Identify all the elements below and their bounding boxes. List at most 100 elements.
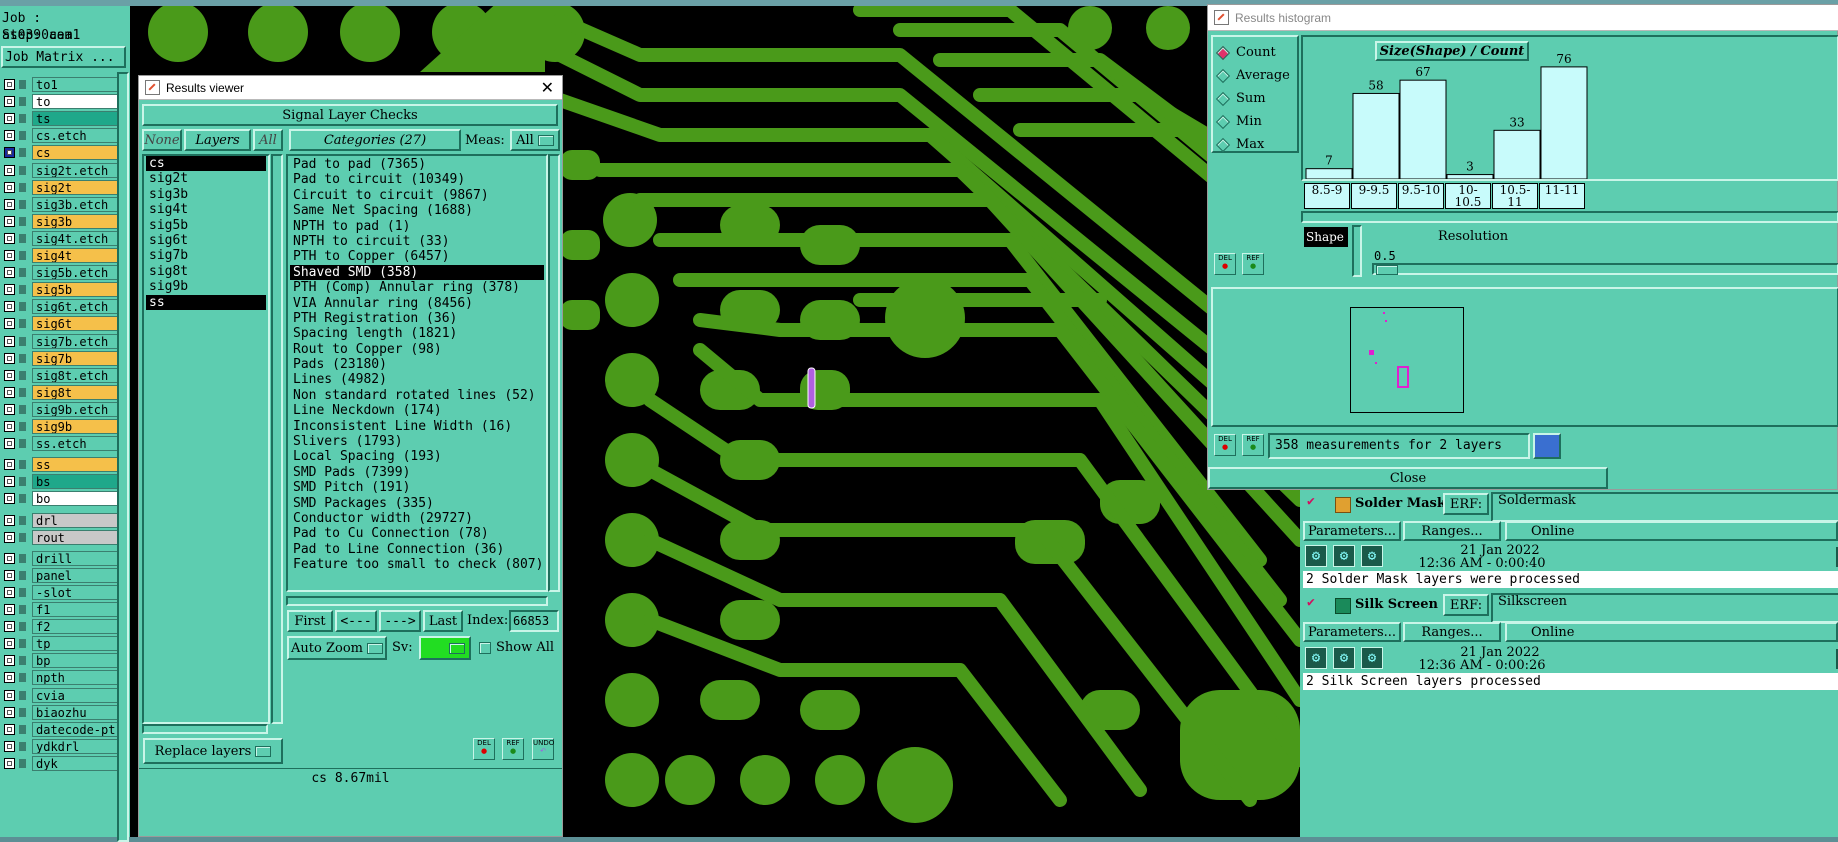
layer-checkbox-icon[interactable]	[4, 493, 15, 505]
prev-button[interactable]: <---	[335, 610, 377, 632]
result-layer-item[interactable]: sig8t	[146, 264, 266, 279]
layer-row[interactable]: sig8t.etch	[2, 367, 120, 384]
layer-row[interactable]: datecode-pt	[2, 721, 120, 738]
layer-name[interactable]: ss	[32, 457, 120, 473]
category-item[interactable]: NPTH to circuit (33)	[290, 234, 544, 249]
layer-name[interactable]: sig8t.etch	[32, 367, 120, 383]
layer-name[interactable]: rout	[32, 529, 120, 545]
layer-checkbox-icon[interactable]	[4, 164, 15, 176]
layer-row[interactable]: sig2t	[2, 179, 120, 196]
layer-row[interactable]: ss	[2, 456, 120, 473]
layer-row[interactable]: -slot	[2, 584, 120, 601]
layer-row[interactable]: ts	[2, 110, 120, 127]
histogram-bar[interactable]	[1493, 129, 1541, 179]
resolution-slider[interactable]	[1372, 263, 1838, 275]
layer-row[interactable]: ydkdrl	[2, 738, 120, 755]
solder-online-button[interactable]: Online	[1505, 521, 1838, 541]
category-item[interactable]: Pad to Line Connection (36)	[290, 542, 544, 557]
category-item[interactable]: Conductor width (29727)	[290, 511, 544, 526]
histogram-bar[interactable]	[1352, 92, 1400, 179]
layer-name[interactable]: npth	[32, 670, 120, 686]
layer-checkbox-icon[interactable]	[4, 267, 15, 279]
category-item[interactable]: Inconsistent Line Width (16)	[290, 419, 544, 434]
category-item[interactable]: Pad to circuit (10349)	[290, 172, 544, 187]
layer-name[interactable]: datecode-pt	[32, 721, 120, 737]
layer-row[interactable]: cs.etch	[2, 127, 120, 144]
result-layer-item[interactable]: cs	[146, 156, 266, 172]
layer-checkbox-icon[interactable]	[4, 113, 15, 125]
layer-checkbox-icon[interactable]	[4, 514, 15, 526]
solder-erf-field[interactable]: Soldermask	[1491, 492, 1838, 522]
layer-name[interactable]: biaozhu	[32, 704, 120, 720]
meas-dropdown[interactable]: All	[510, 129, 560, 151]
category-item[interactable]: Pads (23180)	[290, 357, 544, 372]
layer-name[interactable]: ts	[32, 111, 120, 127]
mode-option[interactable]: Average	[1215, 64, 1290, 87]
result-layer-item[interactable]: sig9b	[146, 279, 266, 294]
layer-checkbox-icon[interactable]	[4, 586, 15, 598]
layer-name[interactable]: cs.etch	[32, 128, 120, 144]
layer-checkbox-icon[interactable]	[4, 386, 15, 398]
mode-option[interactable]: Min	[1215, 110, 1290, 133]
layer-name[interactable]: -slot	[32, 584, 120, 600]
layer-name[interactable]: sig2t	[32, 179, 120, 195]
layer-row[interactable]: bs	[2, 473, 120, 490]
category-item[interactable]: Circuit to circuit (9867)	[290, 188, 544, 203]
category-item[interactable]: Shaved SMD (358)	[290, 264, 544, 281]
result-layer-item[interactable]: sig2t	[146, 171, 266, 186]
layer-row[interactable]: sig6t.etch	[2, 298, 120, 315]
layer-row[interactable]: rout	[2, 529, 120, 546]
layer-checkbox-icon[interactable]	[4, 403, 15, 415]
layer-name[interactable]: sig7b.etch	[32, 333, 120, 349]
category-item[interactable]: Same Net Spacing (1688)	[290, 203, 544, 218]
category-item[interactable]: Local Spacing (193)	[290, 449, 544, 464]
layer-name[interactable]: sig2t.etch	[32, 162, 120, 178]
layer-checkbox-icon[interactable]	[4, 79, 15, 90]
ref-button[interactable]: REF ●	[502, 738, 524, 760]
result-layer-item[interactable]: ss	[146, 294, 266, 310]
last-button[interactable]: Last	[423, 610, 463, 632]
category-item[interactable]: VIA Annular ring (8456)	[290, 296, 544, 311]
index-input[interactable]: 66853	[509, 610, 559, 632]
category-list-vscroll[interactable]	[548, 154, 560, 592]
del-button[interactable]: DEL ●	[473, 738, 495, 760]
layer-row[interactable]: sig7b	[2, 350, 120, 367]
layer-row[interactable]: sig8t	[2, 384, 120, 401]
layer-row[interactable]: bp	[2, 652, 120, 669]
layer-name[interactable]: bo	[32, 491, 120, 507]
layer-checkbox-icon[interactable]	[4, 459, 15, 471]
shape-vscroll[interactable]	[1352, 225, 1362, 277]
category-item[interactable]: Pad to pad (7365)	[290, 157, 544, 172]
layer-name[interactable]: sig6t	[32, 316, 120, 332]
layer-row[interactable]: cvia	[2, 687, 120, 704]
layer-checkbox-icon[interactable]	[4, 147, 15, 159]
layer-name[interactable]: drl	[32, 512, 120, 528]
layer-name[interactable]: sig5b.etch	[32, 265, 120, 281]
layer-name[interactable]: tp	[32, 636, 120, 652]
category-item[interactable]: Non standard rotated lines (52)	[290, 388, 544, 403]
histogram-close-button[interactable]: Close	[1208, 467, 1608, 489]
layer-checkbox-icon[interactable]	[4, 318, 15, 330]
layer-checkbox-icon[interactable]	[4, 284, 15, 296]
layer-checkbox-icon[interactable]	[4, 569, 15, 581]
mode-option[interactable]: Sum	[1215, 87, 1290, 110]
result-layer-item[interactable]: sig4t	[146, 202, 266, 217]
layer-checkbox-icon[interactable]	[4, 723, 15, 735]
layer-row[interactable]: npth	[2, 669, 120, 686]
layer-list-hscroll[interactable]	[142, 724, 268, 734]
layer-name[interactable]: to	[32, 94, 120, 110]
layer-checkbox-icon[interactable]	[4, 198, 15, 210]
layer-checkbox-icon[interactable]	[4, 335, 15, 347]
checkmark-icon[interactable]: ✔	[1307, 595, 1315, 610]
category-item[interactable]: PTH Registration (36)	[290, 311, 544, 326]
layer-checkbox-icon[interactable]	[4, 672, 15, 684]
layer-name[interactable]: sig6t.etch	[32, 299, 120, 315]
run-icon[interactable]: ⚙	[1305, 647, 1327, 669]
undo-button[interactable]: UNDO ↶	[532, 738, 554, 760]
none-button[interactable]: None	[142, 129, 182, 151]
category-item[interactable]: SMD Pitch (191)	[290, 480, 544, 495]
layer-list-scrollbar[interactable]	[117, 72, 129, 842]
category-item[interactable]: Line Neckdown (174)	[290, 403, 544, 418]
layer-row[interactable]: sig2t.etch	[2, 162, 120, 179]
preview-del-button[interactable]: DEL ●	[1214, 434, 1236, 456]
